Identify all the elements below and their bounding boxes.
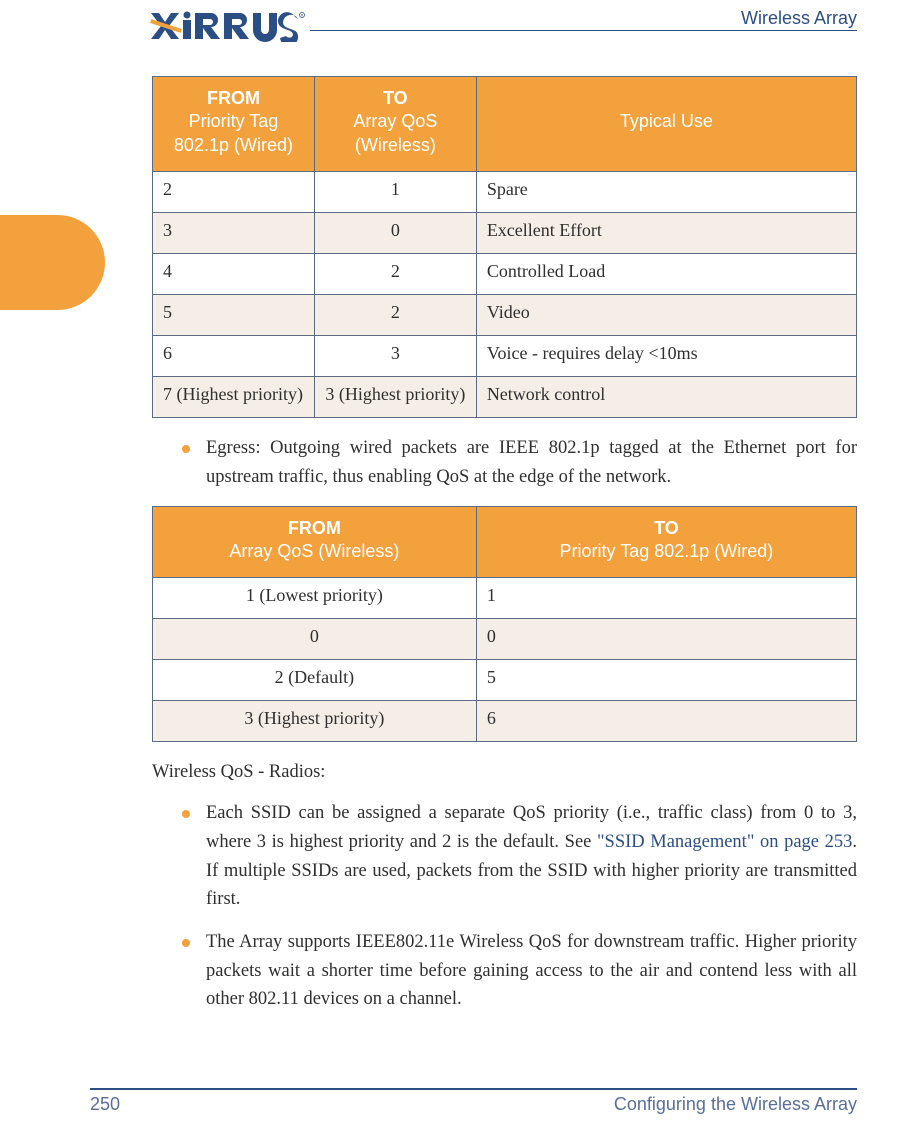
t1-header-use: Typical Use [476, 77, 856, 172]
cell-to: 2 [314, 295, 476, 336]
label: Typical Use [620, 111, 713, 131]
page-thumb-tab [0, 215, 105, 310]
cell-use: Spare [476, 172, 856, 213]
t1-header-from: FROM Priority Tag 802.1p (Wired) [153, 77, 315, 172]
chapter-title: Configuring the Wireless Array [614, 1094, 857, 1115]
page-footer: 250 Configuring the Wireless Array [90, 1088, 857, 1115]
table-row: 21Spare [153, 172, 857, 213]
cell-from: 5 [153, 295, 315, 336]
qos-ingress-table: FROM Priority Tag 802.1p (Wired) TO Arra… [152, 76, 857, 418]
label: FROM [161, 517, 468, 540]
section-heading: Wireless QoS - Radios: [152, 762, 857, 783]
label: TO [323, 87, 468, 110]
header-rule [310, 30, 857, 31]
cell-from: 4 [153, 254, 315, 295]
t2-header-from: FROM Array QoS (Wireless) [153, 506, 477, 578]
cell-to: 0 [476, 619, 856, 660]
label: FROM [161, 87, 306, 110]
page: R Wireless Array FROM Priority Tag 802.1… [0, 0, 901, 1137]
cell-to: 1 [314, 172, 476, 213]
table-row: 2 (Default)5 [153, 660, 857, 701]
cell-to: 3 [314, 336, 476, 377]
t1-body: 21Spare30Excellent Effort42Controlled Lo… [153, 172, 857, 418]
cell-to: 6 [476, 701, 856, 742]
document-title: Wireless Array [741, 8, 857, 29]
cell-from: 2 [153, 172, 315, 213]
cell-from: 6 [153, 336, 315, 377]
cell-use: Excellent Effort [476, 213, 856, 254]
cross-reference-link[interactable]: "SSID Management" on page 253 [597, 832, 852, 852]
label: TO [485, 517, 848, 540]
page-number: 250 [90, 1094, 120, 1115]
text: The Array supports IEEE802.11e Wireless … [206, 932, 857, 1009]
table-row: 00 [153, 619, 857, 660]
t2-header-to: TO Priority Tag 802.1p (Wired) [476, 506, 856, 578]
bullets-radios: Each SSID can be assigned a separate QoS… [152, 799, 857, 1014]
page-header: R Wireless Array [0, 0, 901, 78]
cell-from: 3 [153, 213, 315, 254]
list-item: Egress: Outgoing wired packets are IEEE … [206, 434, 857, 491]
cell-use: Video [476, 295, 856, 336]
cell-use: Controlled Load [476, 254, 856, 295]
list-item: Each SSID can be assigned a separate QoS… [206, 799, 857, 914]
cell-from: 1 (Lowest priority) [153, 578, 477, 619]
text: Egress: Outgoing wired packets are IEEE … [206, 438, 857, 487]
sublabel: Priority Tag 802.1p (Wired) [174, 111, 293, 154]
sublabel: Array QoS (Wireless) [353, 111, 437, 154]
table-row: 1 (Lowest priority)1 [153, 578, 857, 619]
t2-body: 1 (Lowest priority)1002 (Default)53 (Hig… [153, 578, 857, 742]
content-area: FROM Priority Tag 802.1p (Wired) TO Arra… [152, 70, 857, 1067]
cell-to: 3 (Highest priority) [314, 377, 476, 418]
footer-rule [90, 1088, 857, 1090]
t1-header-to: TO Array QoS (Wireless) [314, 77, 476, 172]
cell-from: 2 (Default) [153, 660, 477, 701]
table-row: 42Controlled Load [153, 254, 857, 295]
table-row: 63Voice - requires delay <10ms [153, 336, 857, 377]
cell-to: 2 [314, 254, 476, 295]
sublabel: Priority Tag 802.1p (Wired) [560, 541, 774, 561]
sublabel: Array QoS (Wireless) [229, 541, 399, 561]
qos-egress-table: FROM Array QoS (Wireless) TO Priority Ta… [152, 506, 857, 743]
bullets-egress: Egress: Outgoing wired packets are IEEE … [152, 434, 857, 491]
table-row: 30Excellent Effort [153, 213, 857, 254]
cell-from: 3 (Highest priority) [153, 701, 477, 742]
cell-use: Voice - requires delay <10ms [476, 336, 856, 377]
cell-use: Network control [476, 377, 856, 418]
cell-to: 0 [314, 213, 476, 254]
table-row: 3 (Highest priority)6 [153, 701, 857, 742]
table-row: 7 (Highest priority)3 (Highest priority)… [153, 377, 857, 418]
cell-from: 7 (Highest priority) [153, 377, 315, 418]
list-item: The Array supports IEEE802.11e Wireless … [206, 928, 857, 1014]
cell-to: 1 [476, 578, 856, 619]
cell-to: 5 [476, 660, 856, 701]
table-row: 52Video [153, 295, 857, 336]
xirrus-logo: R [150, 10, 305, 42]
cell-from: 0 [153, 619, 477, 660]
